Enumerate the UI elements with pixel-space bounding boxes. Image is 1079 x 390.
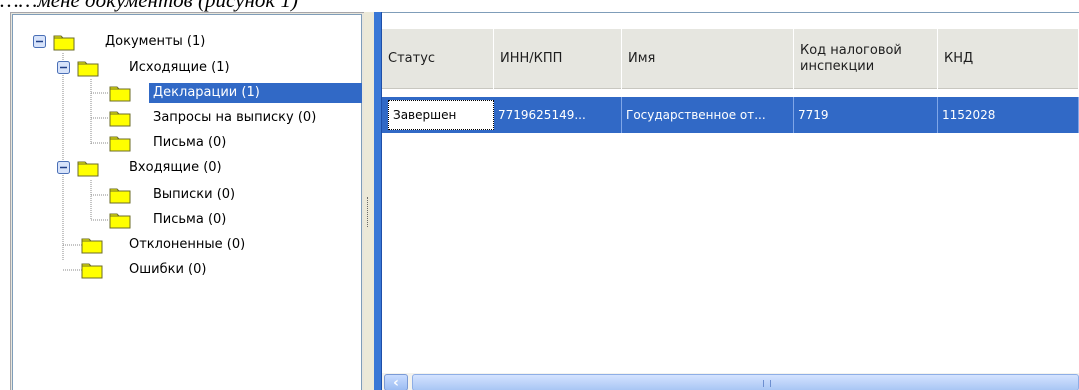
column-header-inn-kpp[interactable]: ИНН/КПП: [494, 29, 622, 89]
thumb-grip-icon: [763, 380, 771, 387]
tree-item-declarations[interactable]: Декларации (1): [13, 82, 363, 104]
tree-label: Отклоненные (0): [129, 237, 246, 252]
splitter-grip-icon[interactable]: [367, 197, 370, 227]
tree-item-incoming[interactable]: Входящие (0): [13, 157, 313, 179]
column-header-status[interactable]: Статус: [382, 29, 494, 89]
folder-icon: [109, 86, 131, 102]
folder-icon: [81, 263, 103, 279]
panel-splitter[interactable]: [364, 12, 374, 390]
tree-label-selected: Декларации (1): [149, 83, 362, 103]
scroll-thumb[interactable]: [412, 374, 1079, 390]
grid-header: Статус ИНН/КПП Имя Код налоговой инспекц…: [382, 29, 1079, 89]
folder-icon: [77, 161, 99, 177]
folder-icon: [53, 35, 75, 51]
folder-icon: [109, 136, 131, 152]
column-header-knd[interactable]: КНД: [938, 29, 1079, 89]
tree-item-outgoing[interactable]: Исходящие (1): [13, 57, 313, 79]
grid-frame-border: [374, 12, 382, 390]
document-caption: ……мене документов (рисунок 1): [0, 0, 298, 12]
minus-expander-icon[interactable]: [33, 35, 46, 48]
tree-item-statements[interactable]: Выписки (0): [13, 184, 313, 206]
tree-item-incoming-letters[interactable]: Письма (0): [13, 209, 313, 231]
tree-label: Запросы на выписку (0): [153, 110, 317, 125]
cell-tax-office-code[interactable]: 7719: [794, 97, 938, 133]
tree-item-rejected[interactable]: Отклоненные (0): [13, 234, 313, 256]
folder-icon: [109, 111, 131, 127]
cell-name[interactable]: Государственное от...: [622, 97, 794, 133]
column-header-name[interactable]: Имя: [622, 29, 794, 89]
horizontal-scrollbar[interactable]: ‹: [382, 373, 1079, 390]
tree-label: Письма (0): [153, 212, 227, 227]
cell-knd[interactable]: 1152028: [938, 97, 1079, 133]
tree-item-documents[interactable]: Документы (1): [13, 31, 313, 53]
table-row[interactable]: Завершен 7719625149... Государственное о…: [382, 97, 1079, 133]
documents-grid: Статус ИНН/КПП Имя Код налоговой инспекц…: [382, 12, 1079, 390]
tree-label: Ошибки (0): [129, 262, 207, 277]
tree-label: Исходящие (1): [129, 60, 230, 75]
column-header-tax-office-code[interactable]: Код налоговой инспекции: [794, 29, 938, 89]
minus-expander-icon[interactable]: [57, 61, 70, 74]
tree-item-statement-requests[interactable]: Запросы на выписку (0): [13, 107, 353, 129]
cell-status[interactable]: Завершен: [388, 100, 494, 130]
tree-item-outgoing-letters[interactable]: Письма (0): [13, 132, 313, 154]
folder-icon: [109, 188, 131, 204]
minus-expander-icon[interactable]: [57, 161, 70, 174]
tree-label: Входящие (0): [129, 160, 222, 175]
tree-label: Выписки (0): [153, 187, 236, 202]
folder-icon: [81, 238, 103, 254]
tree-label: Документы (1): [105, 34, 206, 49]
tree-item-errors[interactable]: Ошибки (0): [13, 259, 313, 281]
folder-icon: [77, 61, 99, 77]
folder-icon: [109, 213, 131, 229]
scroll-left-arrow-icon[interactable]: ‹: [384, 374, 408, 390]
folder-tree: Документы (1) Исходящие (1) Декларации (…: [12, 14, 362, 390]
tree-label: Письма (0): [153, 135, 227, 150]
cell-inn-kpp[interactable]: 7719625149...: [494, 97, 622, 133]
